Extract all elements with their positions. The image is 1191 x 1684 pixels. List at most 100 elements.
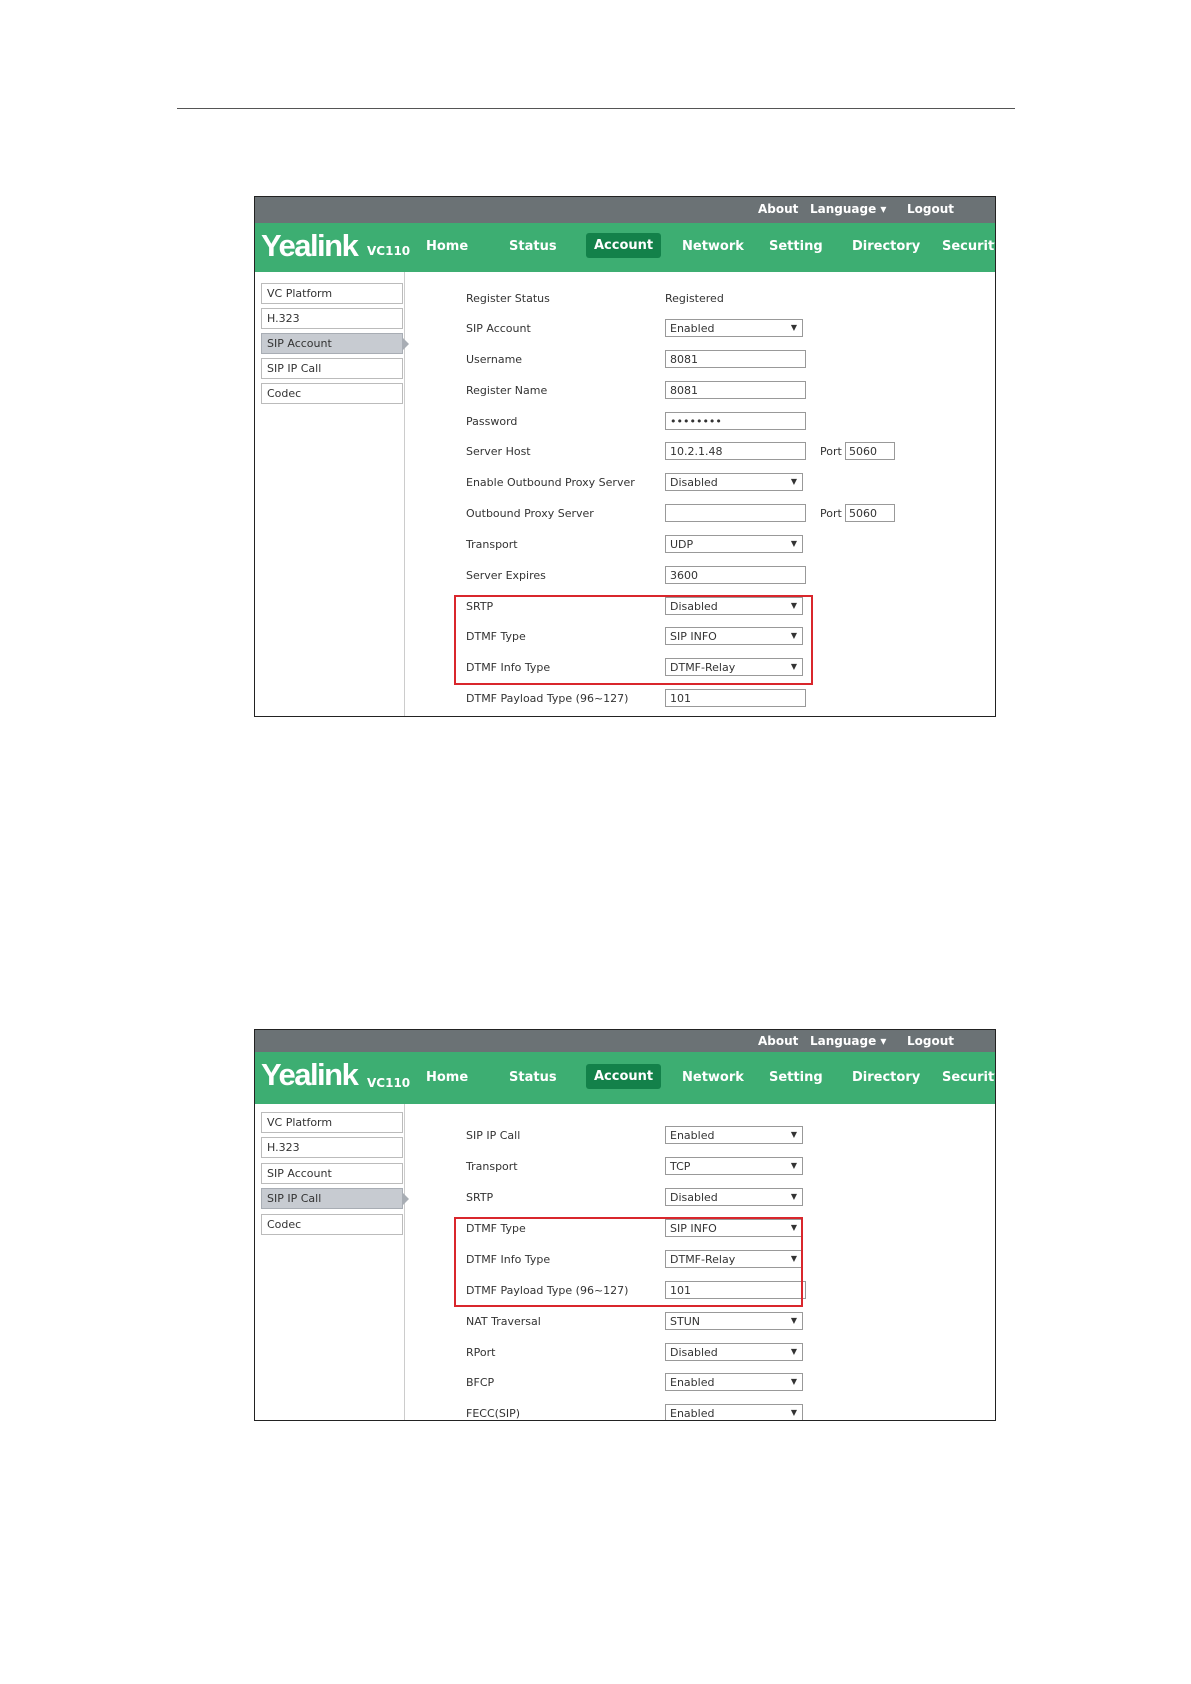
transport-label: Transport [466, 1160, 518, 1173]
register-status-value: Registered [665, 292, 724, 305]
fecc-select[interactable]: Enabled ▼ [665, 1404, 803, 1420]
logout-link[interactable]: Logout [907, 202, 954, 216]
sip-account-label: SIP Account [466, 322, 531, 335]
tab-directory[interactable]: Directory [852, 1070, 920, 1085]
tab-security[interactable]: Security [942, 239, 995, 254]
transport-row: Transport TCP ▼ [255, 1157, 995, 1177]
outbound-server-input[interactable] [665, 504, 806, 522]
transport-row: Transport UDP ▼ [255, 535, 995, 555]
password-input[interactable]: •••••••• [665, 412, 806, 430]
outbound-port-label: Port [820, 507, 842, 520]
srtp-select[interactable]: Disabled ▼ [665, 1188, 803, 1206]
yealink-logo: Yealink [261, 1057, 359, 1092]
dtmf-payload-input[interactable]: 101 [665, 689, 806, 707]
dropdown-arrow-icon: ▼ [790, 477, 797, 486]
username-label: Username [466, 353, 523, 366]
password-label: Password [466, 415, 518, 428]
sip-ip-call-label: SIP IP Call [466, 1129, 521, 1142]
bfcp-row: BFCP Enabled ▼ [255, 1373, 995, 1393]
transport-select[interactable]: UDP ▼ [665, 535, 803, 553]
password-row: Password •••••••• [255, 412, 995, 432]
tab-setting[interactable]: Setting [769, 239, 823, 254]
rport-select[interactable]: Disabled ▼ [665, 1343, 803, 1361]
register-name-input[interactable]: 8081 [665, 381, 806, 399]
outbound-port-input[interactable]: 5060 [845, 504, 895, 522]
about-link[interactable]: About [758, 1034, 798, 1048]
tab-security[interactable]: Security [942, 1070, 995, 1085]
server-port-input[interactable]: 5060 [845, 442, 895, 460]
nat-traversal-row: NAT Traversal STUN ▼ [255, 1312, 995, 1332]
dropdown-arrow-icon: ▼ [790, 1130, 797, 1139]
fecc-label: FECC(SIP) [466, 1407, 521, 1420]
outbound-server-label: Outbound Proxy Server [466, 507, 594, 520]
tab-network[interactable]: Network [682, 1070, 744, 1085]
dropdown-arrow-icon: ▼ [790, 539, 797, 548]
server-host-row: Server Host 10.2.1.48 Port 5060 [255, 442, 995, 462]
model-label: VC110 [367, 1076, 411, 1090]
fecc-row: FECC(SIP) Enabled ▼ [255, 1404, 995, 1420]
server-port-label: Port [820, 445, 842, 458]
transport-select[interactable]: TCP ▼ [665, 1157, 803, 1175]
tab-home[interactable]: Home [426, 1070, 468, 1085]
about-link[interactable]: About [758, 202, 798, 216]
dropdown-arrow-icon: ▼ [790, 1192, 797, 1201]
outbound-enable-label: Enable Outbound Proxy Server [466, 476, 635, 489]
register-name-label: Register Name [466, 384, 548, 397]
nat-traversal-label: NAT Traversal [466, 1315, 541, 1328]
sip-ip-call-screenshot: About Language ▾ Logout Yealink VC110 Ho… [254, 1029, 996, 1421]
rport-label: RPort [466, 1346, 496, 1359]
main-nav-bar: Yealink VC110 Home Status Account Networ… [255, 223, 995, 272]
server-expires-input[interactable]: 3600 [665, 566, 806, 584]
sip-ip-call-row: SIP IP Call Enabled ▼ [255, 1126, 995, 1146]
sip-ip-call-select[interactable]: Enabled ▼ [665, 1126, 803, 1144]
tab-directory[interactable]: Directory [852, 239, 920, 254]
dropdown-arrow-icon: ▼ [790, 1161, 797, 1170]
dropdown-arrow-icon: ▼ [790, 1408, 797, 1417]
server-host-label: Server Host [466, 445, 531, 458]
dropdown-arrow-icon: ▼ [790, 1377, 797, 1386]
dropdown-arrow-icon: ▼ [790, 323, 797, 332]
outbound-enable-row: Enable Outbound Proxy Server Disabled ▼ [255, 473, 995, 493]
language-menu[interactable]: Language ▾ [810, 202, 886, 216]
model-label: VC110 [367, 244, 411, 258]
tab-network[interactable]: Network [682, 239, 744, 254]
transport-label: Transport [466, 538, 518, 551]
username-row: Username 8081 [255, 350, 995, 370]
dtmf-highlight-box [454, 595, 813, 685]
rport-row: RPort Disabled ▼ [255, 1343, 995, 1363]
server-host-input[interactable]: 10.2.1.48 [665, 442, 806, 460]
tab-status[interactable]: Status [509, 1070, 557, 1085]
yealink-logo: Yealink [261, 228, 359, 263]
register-status-label: Register Status [466, 292, 550, 305]
server-expires-label: Server Expires [466, 569, 546, 582]
tab-setting[interactable]: Setting [769, 1070, 823, 1085]
main-nav-bar: Yealink VC110 Home Status Account Networ… [255, 1052, 995, 1104]
dropdown-arrow-icon: ▼ [790, 1347, 797, 1356]
register-name-row: Register Name 8081 [255, 381, 995, 401]
outbound-enable-select[interactable]: Disabled ▼ [665, 473, 803, 491]
srtp-label: SRTP [466, 1191, 494, 1204]
username-input[interactable]: 8081 [665, 350, 806, 368]
language-menu[interactable]: Language ▾ [810, 1034, 886, 1048]
nat-traversal-select[interactable]: STUN ▼ [665, 1312, 803, 1330]
tab-account[interactable]: Account [586, 233, 662, 258]
dtmf-payload-label: DTMF Payload Type (96~127) [466, 692, 629, 705]
logout-link[interactable]: Logout [907, 1034, 954, 1048]
srtp-row: SRTP Disabled ▼ [255, 1188, 995, 1208]
page-header-rule [177, 108, 1015, 109]
top-utility-bar: About Language ▾ Logout [255, 197, 995, 223]
dtmf-highlight-box [454, 1217, 803, 1307]
bfcp-label: BFCP [466, 1376, 495, 1389]
sip-account-screenshot: About Language ▾ Logout Yealink VC110 Ho… [254, 196, 996, 717]
server-expires-row: Server Expires 3600 [255, 566, 995, 586]
outbound-server-row: Outbound Proxy Server Port 5060 [255, 504, 995, 524]
dtmf-payload-row: DTMF Payload Type (96~127) 101 [255, 689, 995, 709]
sip-account-select[interactable]: Enabled ▼ [665, 319, 803, 337]
sip-account-row: SIP Account Enabled ▼ [255, 319, 995, 339]
tab-home[interactable]: Home [426, 239, 468, 254]
top-utility-bar: About Language ▾ Logout [255, 1030, 995, 1052]
tab-account[interactable]: Account [586, 1064, 662, 1089]
register-status-row: Register Status Registered [255, 289, 995, 309]
tab-status[interactable]: Status [509, 239, 557, 254]
bfcp-select[interactable]: Enabled ▼ [665, 1373, 803, 1391]
